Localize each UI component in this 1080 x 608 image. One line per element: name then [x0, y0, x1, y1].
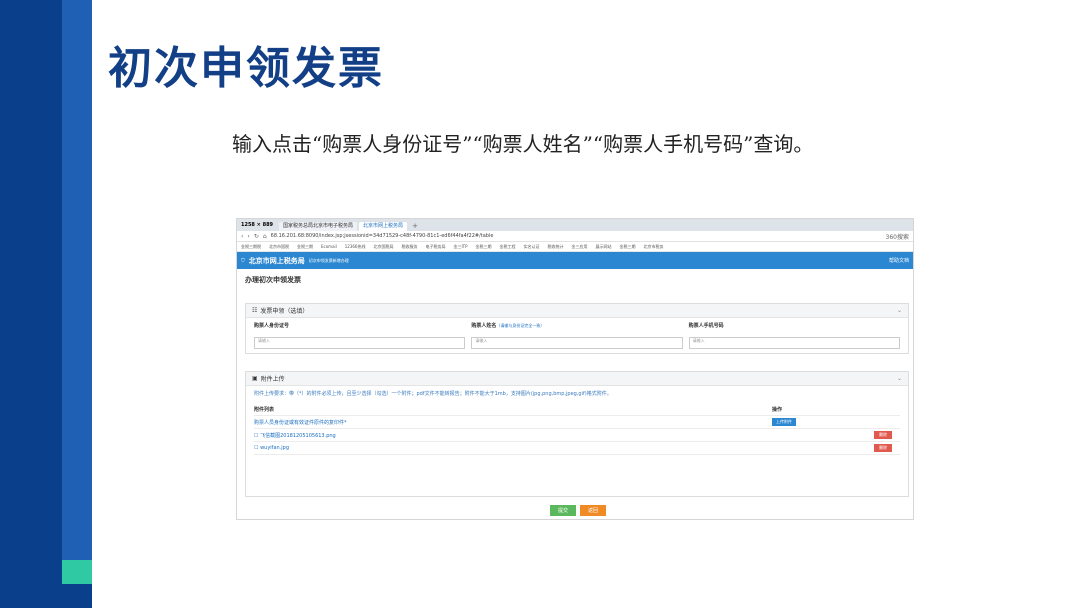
- browser-search[interactable]: 360搜索: [886, 232, 909, 241]
- slide-description: 输入点击“购票人身份证号”“购票人姓名”“购票人手机号码”查询。: [232, 132, 814, 156]
- chevron-down-icon[interactable]: ⌄: [897, 307, 902, 314]
- resolution-label: 1258 × 889: [241, 222, 274, 228]
- bookmark[interactable]: 金税三期: [620, 244, 636, 250]
- delete-button[interactable]: 删除: [874, 431, 892, 439]
- left-band-mid: [62, 0, 92, 608]
- id-number-field: 购票人身份证号 请输入: [254, 322, 466, 349]
- browser-tabbar: 1258 × 889 国家税务总局北京市电子税务局 北京市网上税务局 +: [237, 219, 913, 231]
- upload-icon: ▣: [252, 375, 258, 382]
- attachment-table: 附件列表 操作 购票人员身份证或有效证件原件的复印件* 上传附件 ☐ 飞信截图2…: [254, 403, 900, 455]
- bookmark[interactable]: 展示网站: [596, 244, 612, 250]
- file-link[interactable]: ☐ 飞信截图20181205105613.png: [254, 432, 874, 439]
- left-band-dark: [0, 0, 62, 608]
- table-header: 附件列表 操作: [254, 403, 900, 416]
- field-label: 购票人姓名（请输与身份证完全一致）: [471, 323, 545, 329]
- site-name: 北京市网上税务局: [248, 256, 305, 265]
- back-icon[interactable]: ‹: [241, 233, 243, 240]
- bookmark[interactable]: 12366热线: [345, 244, 366, 250]
- buyer-name-input[interactable]: 请输入: [471, 337, 683, 349]
- invoice-panel: ☷ 发票申领（选填） ⌄ 购票人身份证号 请输入 购票人姓名（请输与身份证完全一…: [245, 303, 909, 354]
- bookmark[interactable]: 金税工程: [500, 244, 516, 250]
- bookmark[interactable]: 金税三期: [476, 244, 492, 250]
- attachment-panel: ▣ 附件上传 ⌄ 附件上传要求：带（*）的附件必须上传，且至少选择（勾选）一个附…: [245, 371, 909, 497]
- attachment-panel-header[interactable]: ▣ 附件上传 ⌄: [246, 372, 908, 386]
- bookmark[interactable]: 税收服务: [401, 244, 417, 250]
- browser-tab[interactable]: 国家税务总局北京市电子税务局: [279, 222, 358, 231]
- left-band-foot: [0, 584, 92, 608]
- form-actions: 提交 返回: [550, 505, 607, 516]
- phone-input[interactable]: 请输入: [688, 337, 900, 349]
- page-title: 办理初次申领发票: [245, 276, 301, 284]
- field-label: 购票人身份证号: [254, 323, 290, 329]
- id-number-input[interactable]: 请输入: [254, 337, 466, 349]
- browser-tab-active[interactable]: 北京市网上税务局: [359, 222, 408, 231]
- left-band-accent: [62, 560, 92, 584]
- bookmark[interactable]: 金税三期: [297, 244, 313, 250]
- site-header: ⛉ 北京市网上税务局 初次申领发票新增办理 帮助文档: [237, 252, 913, 269]
- table-row: ☐ 飞信截图20181205105613.png 删除: [254, 429, 900, 442]
- embedded-screenshot: 1258 × 889 国家税务总局北京市电子税务局 北京市网上税务局 + ‹ ›…: [236, 218, 914, 520]
- attachment-note: 附件上传要求：带（*）的附件必须上传，且至少选择（勾选）一个附件；pdf文件不能…: [254, 391, 612, 397]
- reload-icon[interactable]: ↻: [254, 233, 259, 240]
- phone-field: 购票人手机号码 请输入: [688, 322, 900, 349]
- table-row: 购票人员身份证或有效证件原件的复印件* 上传附件: [254, 416, 900, 429]
- return-button[interactable]: 返回: [580, 505, 607, 516]
- bookmarks-bar: 金税三期税 北京市国税 金税三期 Ecomail 12366热线 北京国税局 税…: [237, 242, 913, 252]
- list-icon: ☷: [252, 307, 258, 314]
- file-link[interactable]: ☐ wuyifan.jpg: [254, 445, 874, 451]
- bookmark[interactable]: 税收统计: [548, 244, 564, 250]
- bookmark[interactable]: 金税三期税: [241, 244, 261, 250]
- invoice-panel-header[interactable]: ☷ 发票申领（选填） ⌄: [246, 304, 908, 318]
- field-label: 购票人手机号码: [688, 323, 724, 329]
- forward-icon[interactable]: ›: [247, 233, 249, 240]
- url-field[interactable]: 68.16.201.68:8090/index.jsp;jsessionid=3…: [271, 233, 882, 239]
- field-hint: （请输与身份证完全一致）: [496, 323, 545, 328]
- home-icon[interactable]: ⌂: [263, 233, 267, 240]
- upload-button[interactable]: 上传附件: [772, 418, 796, 426]
- invoice-fields: 购票人身份证号 请输入 购票人姓名（请输与身份证完全一致） 请输入 购票人手机号…: [246, 318, 908, 353]
- new-tab-button[interactable]: +: [409, 222, 421, 231]
- bookmark[interactable]: 电子税务局: [425, 244, 445, 250]
- bookmark[interactable]: 金三ITP: [453, 244, 467, 250]
- table-row: ☐ wuyifan.jpg 删除: [254, 442, 900, 455]
- bookmark[interactable]: 北京国税局: [373, 244, 393, 250]
- slide-title: 初次申领发票: [108, 43, 384, 94]
- site-logo-icon: ⛉: [241, 257, 245, 264]
- bookmark[interactable]: Ecomail: [321, 244, 337, 249]
- bookmark[interactable]: 北京市国税: [269, 244, 289, 250]
- delete-button[interactable]: 删除: [874, 444, 892, 452]
- bookmark[interactable]: 实名认证: [524, 244, 540, 250]
- buyer-name-field: 购票人姓名（请输与身份证完全一致） 请输入: [471, 322, 683, 349]
- help-link[interactable]: 帮助文档: [889, 257, 909, 264]
- page-content: 办理初次申领发票: [237, 269, 913, 291]
- submit-button[interactable]: 提交: [550, 505, 577, 516]
- bookmark[interactable]: 北京市税务: [644, 244, 664, 250]
- required-attachment: 购票人员身份证或有效证件原件的复印件*: [254, 419, 347, 426]
- bookmark[interactable]: 金三应用: [572, 244, 588, 250]
- chevron-down-icon[interactable]: ⌄: [897, 375, 902, 382]
- site-subtitle: 初次申领发票新增办理: [308, 257, 349, 263]
- address-bar: ‹ › ↻ ⌂ 68.16.201.68:8090/index.jsp;jses…: [237, 231, 913, 242]
